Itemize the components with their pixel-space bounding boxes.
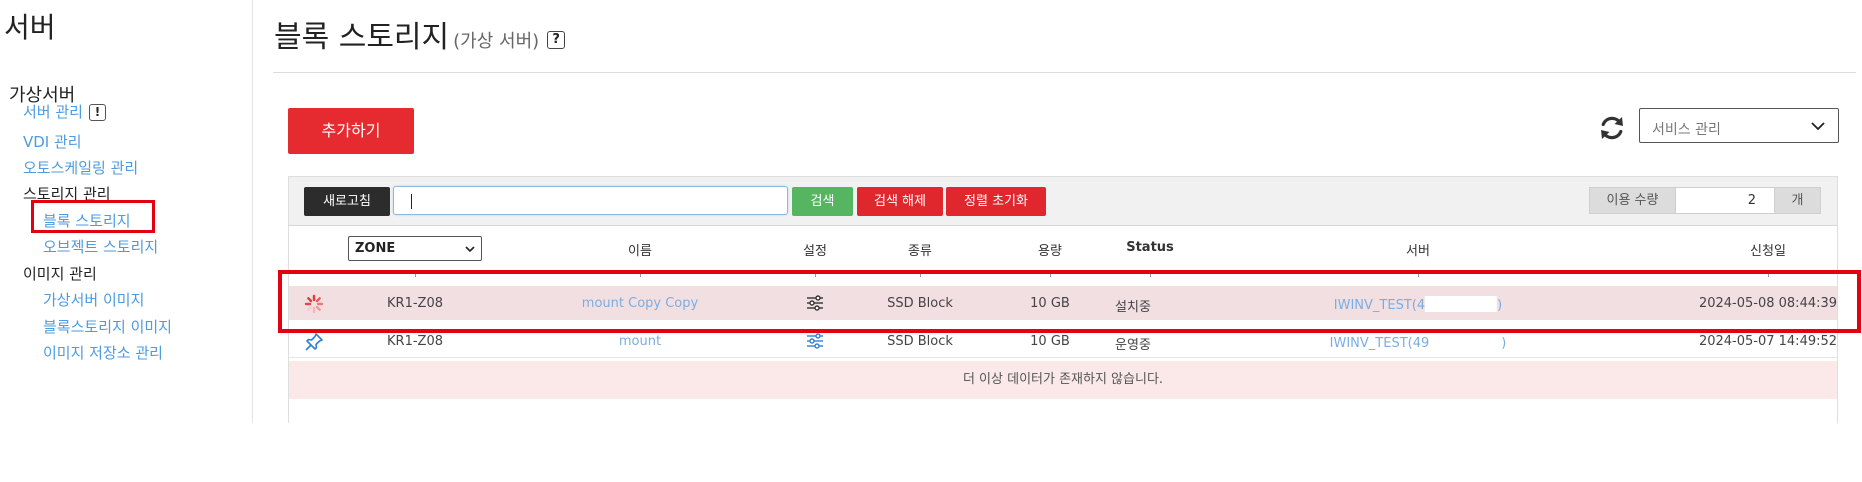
page-title: 블록 스토리지 (가상 서버)? (274, 12, 566, 56)
sidebar-item-server-management[interactable]: 서버 관리! (23, 101, 106, 122)
column-header-requested-date[interactable]: 신청일 (1750, 240, 1786, 259)
refresh-icon[interactable] (1597, 113, 1627, 143)
cell-server-link[interactable]: IWINV_TEST(49) (1329, 334, 1507, 351)
chevron-down-icon (465, 246, 475, 253)
chevron-down-icon (1811, 122, 1825, 131)
search-button[interactable]: 검색 (792, 187, 853, 216)
column-header-type[interactable]: 종류 (908, 240, 932, 259)
sidebar-item-block-image[interactable]: 블록스토리지 이미지 (43, 316, 172, 337)
cell-type: SSD Block (887, 334, 953, 349)
column-header-server[interactable]: 서버 (1406, 240, 1430, 259)
sidebar-item-autoscaling[interactable]: 오토스케일링 관리 (23, 157, 138, 178)
active-item-highlight (31, 200, 155, 233)
page-subtitle: (가상 서버) (453, 31, 540, 52)
server-name-end: ) (1501, 336, 1507, 351)
cell-status: 운영중 (1115, 338, 1151, 353)
empty-message-row: 더 이상 데이터가 존재하지 않습니다. (289, 361, 1837, 399)
help-icon[interactable]: ? (547, 31, 566, 49)
column-header-settings: 설정 (803, 244, 827, 259)
sidebar-item-object-storage[interactable]: 오브젝트 스토리지 (43, 236, 158, 257)
sidebar-heading-image: 이미지 관리 (23, 265, 97, 283)
row-highlight-box (278, 270, 1861, 333)
sidebar-item-vdi[interactable]: VDI 관리 (23, 131, 82, 152)
sidebar-item-vm-image[interactable]: 가상서버 이미지 (43, 289, 144, 310)
redacted-mask (1429, 334, 1502, 350)
text-caret (411, 194, 412, 209)
column-header-status[interactable]: Status (1126, 240, 1174, 255)
cell-name-link[interactable]: mount (619, 334, 661, 349)
usage-count-label: 이용 수량 (1589, 187, 1676, 214)
cell-zone: KR1-Z08 (387, 334, 443, 349)
sidebar-item-image-repo[interactable]: 이미지 저장소 관리 (43, 342, 163, 363)
reset-sort-button[interactable]: 정렬 초기화 (946, 187, 1046, 216)
zone-filter-select[interactable]: ZONE (348, 236, 482, 261)
usage-count-unit: 개 (1774, 187, 1821, 214)
usage-count-value: 2 (1676, 187, 1774, 214)
clear-search-button[interactable]: 검색 해제 (857, 187, 943, 216)
add-button[interactable]: 추가하기 (288, 108, 414, 154)
sliders-icon[interactable] (806, 333, 824, 349)
header-divider (273, 72, 1856, 73)
service-select-value: 서비스 관리 (1652, 122, 1721, 138)
sidebar-title: 서버 (4, 11, 56, 44)
sidebar-item-label: 서버 관리 (23, 103, 83, 121)
alert-icon: ! (88, 104, 106, 121)
sidebar: 서버 가상서버 서버 관리! VDI 관리 오토스케일링 관리 스토리지 관리 … (0, 0, 253, 423)
zone-filter-value: ZONE (355, 241, 396, 256)
reload-button[interactable]: 새로고침 (304, 187, 390, 216)
search-input[interactable] (393, 186, 788, 215)
service-management-select[interactable]: 서비스 관리 (1639, 108, 1839, 143)
cell-size: 10 GB (1030, 334, 1070, 349)
column-header-size[interactable]: 용량 (1038, 240, 1062, 259)
page-title-text: 블록 스토리지 (274, 20, 450, 55)
pin-icon[interactable] (304, 332, 324, 352)
cell-requested-date: 2024-05-07 14:49:52 (1698, 334, 1838, 349)
server-name: IWINV_TEST(49 (1329, 336, 1430, 351)
column-header-name[interactable]: 이름 (628, 240, 652, 259)
